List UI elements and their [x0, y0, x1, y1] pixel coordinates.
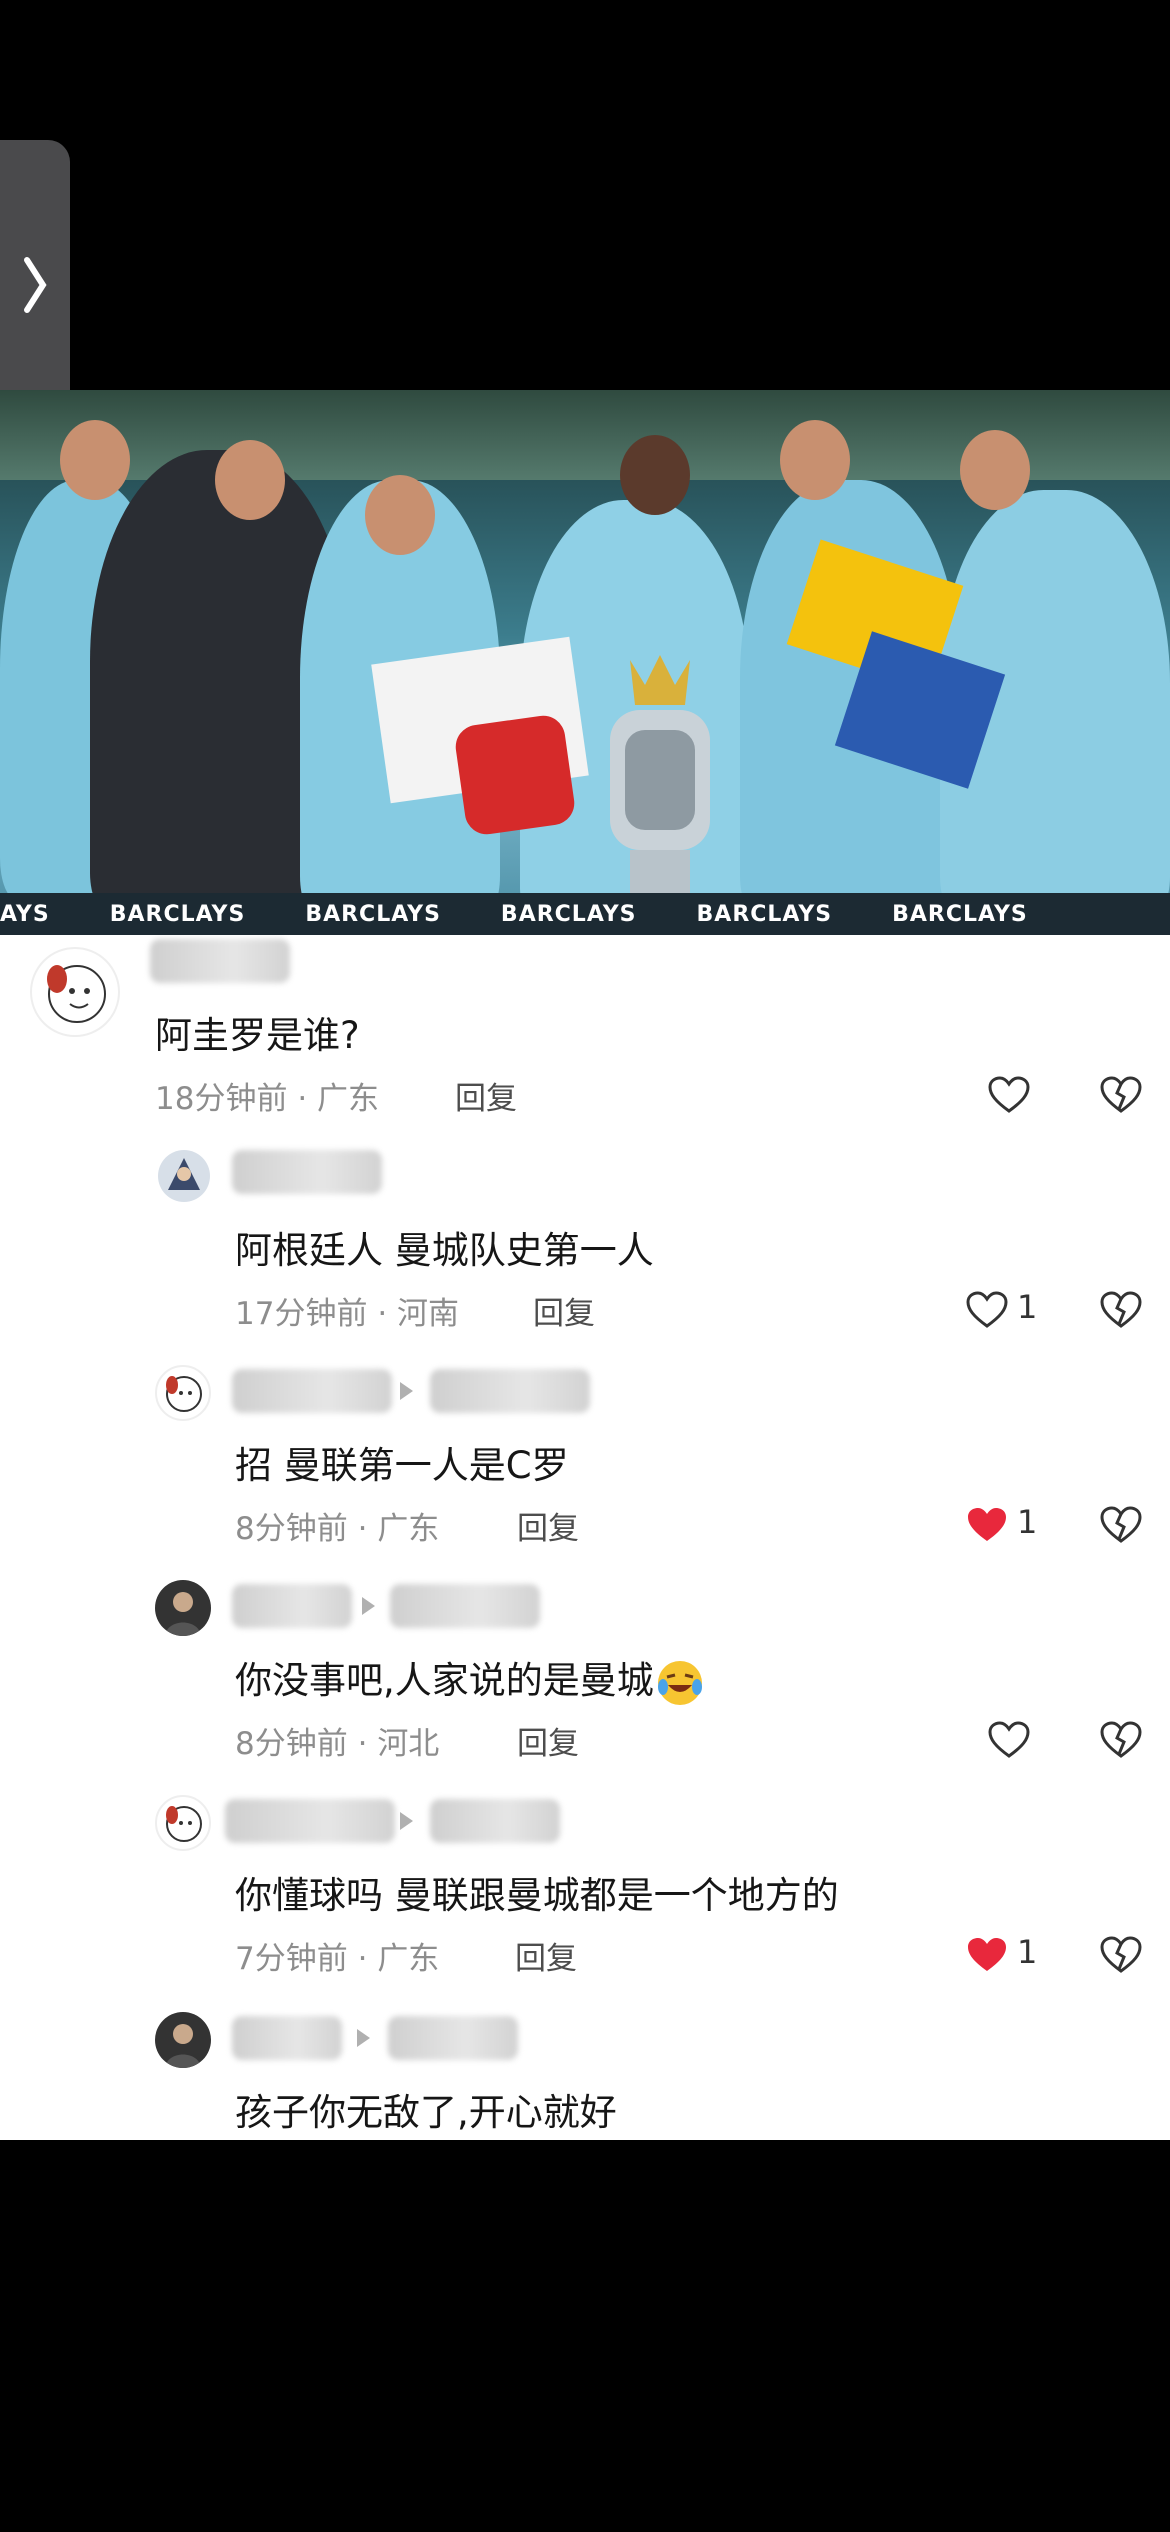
side-panel-tab[interactable]	[0, 140, 70, 430]
comment-text: 孩子你无敌了,开心就好	[235, 2091, 617, 2134]
reply-item[interactable]: 你没事吧,人家说的是曼城 8分钟前 · 河北 回复	[0, 1570, 1170, 1785]
like-count: 1	[1017, 1503, 1038, 1541]
reply-target-blurred[interactable]	[388, 2016, 518, 2060]
comment-time: 8分钟前	[235, 1511, 348, 1547]
comment-time: 17分钟前	[235, 1296, 368, 1332]
person-photo-icon	[165, 2024, 201, 2068]
comment-text: 你懂球吗 曼联跟曼城都是一个地方的	[235, 1874, 839, 1917]
avatar[interactable]	[155, 1580, 211, 1636]
board-text: BARCLAYS	[892, 901, 1028, 927]
board-text: BARCLAYS	[696, 901, 833, 927]
board-text: BARCLAYS	[500, 901, 637, 927]
broken-heart-icon[interactable]	[1099, 1075, 1143, 1115]
reply-target-blurred[interactable]	[430, 1799, 560, 1843]
comment-location: 广东	[317, 1081, 380, 1117]
username-blurred[interactable]	[232, 2016, 342, 2060]
comment-location: 广东	[377, 1511, 440, 1547]
comment-meta: 18分钟前 · 广东	[155, 1073, 379, 1118]
comment-time: 7分钟前	[235, 1941, 348, 1977]
player-head	[215, 440, 285, 520]
broken-heart-icon[interactable]	[1099, 1290, 1143, 1330]
avatar[interactable]	[155, 1795, 211, 1851]
character-icon	[168, 1158, 200, 1190]
avatar[interactable]	[155, 2012, 211, 2068]
comment-meta: 7分钟前 · 广东	[235, 1933, 439, 1978]
heart-filled-icon[interactable]	[965, 1505, 1009, 1545]
meta-separator: ·	[377, 1296, 388, 1332]
comment-item[interactable]: 阿圭罗是谁? 18分钟前 · 广东 回复	[0, 935, 1170, 1145]
player-head	[780, 420, 850, 500]
board-text: BARCLAYS	[109, 901, 246, 927]
reply-to-arrow-icon	[357, 2029, 370, 2047]
post-image[interactable]: AYS BARCLAYS BARCLAYS BARCLAYS BARCLAYS …	[0, 390, 1170, 935]
comment-time: 8分钟前	[235, 1726, 348, 1762]
laughing-crying-emoji-icon	[657, 1660, 702, 1705]
player-head	[960, 430, 1030, 510]
board-text: BARCLAYS	[305, 901, 441, 927]
avatar[interactable]	[158, 1150, 210, 1202]
trophy-icon	[610, 655, 710, 916]
board-text: AYS	[0, 901, 50, 927]
advertising-board: AYS BARCLAYS BARCLAYS BARCLAYS BARCLAYS …	[0, 893, 1170, 935]
reply-button[interactable]: 回复	[517, 1503, 579, 1548]
comment-text: 你没事吧,人家说的是曼城	[235, 1650, 706, 1709]
heart-filled-icon[interactable]	[965, 1935, 1009, 1975]
reply-button[interactable]: 回复	[517, 1718, 579, 1763]
dog-doodle-icon	[166, 1806, 202, 1842]
dog-doodle-icon	[166, 1376, 202, 1412]
reply-item[interactable]: 阿根廷人 曼城队史第一人 17分钟前 · 河南 回复 1	[0, 1140, 1170, 1355]
broken-heart-icon[interactable]	[1099, 1720, 1143, 1760]
reply-target-blurred[interactable]	[390, 1584, 540, 1628]
meta-separator: ·	[297, 1081, 308, 1117]
comment-location: 河南	[397, 1296, 460, 1332]
flag-red	[452, 712, 578, 838]
comment-location: 广东	[377, 1941, 440, 1977]
username-blurred[interactable]	[232, 1584, 352, 1628]
comment-location: 河北	[377, 1726, 440, 1762]
comment-text: 阿圭罗是谁?	[155, 1014, 360, 1057]
player-head	[620, 435, 690, 515]
meta-separator: ·	[357, 1941, 368, 1977]
broken-heart-icon[interactable]	[1099, 1935, 1143, 1975]
broken-heart-icon[interactable]	[1099, 1505, 1143, 1545]
reply-item[interactable]: 孩子你无敌了,开心就好	[0, 2000, 1170, 2140]
person-photo-icon	[165, 1592, 201, 1636]
reply-button[interactable]: 回复	[533, 1288, 595, 1333]
like-count: 1	[1017, 1933, 1038, 1971]
username-blurred[interactable]	[150, 939, 290, 983]
comment-meta: 8分钟前 · 河北	[235, 1718, 439, 1763]
reply-target-blurred[interactable]	[430, 1369, 590, 1413]
meta-separator: ·	[357, 1726, 368, 1762]
meta-separator: ·	[357, 1511, 368, 1547]
reply-item[interactable]: 你懂球吗 曼联跟曼城都是一个地方的 7分钟前 · 广东 回复 1	[0, 1785, 1170, 2000]
reply-to-arrow-icon	[400, 1812, 413, 1830]
heart-outline-icon[interactable]	[965, 1290, 1009, 1330]
player-head	[365, 475, 435, 555]
avatar[interactable]	[155, 1365, 211, 1421]
reply-button[interactable]: 回复	[455, 1073, 517, 1118]
like-count: 1	[1017, 1288, 1038, 1326]
comment-time: 18分钟前	[155, 1081, 288, 1117]
username-blurred[interactable]	[232, 1369, 392, 1413]
comment-text-content: 你没事吧,人家说的是曼城	[235, 1659, 654, 1702]
heart-outline-icon[interactable]	[987, 1720, 1031, 1760]
reply-item[interactable]: 招 曼联第一人是C罗 8分钟前 · 广东 回复 1	[0, 1355, 1170, 1570]
comment-list: 阿圭罗是谁? 18分钟前 · 广东 回复 阿根廷人 曼城队史第一人 17分钟前 …	[0, 935, 1170, 2140]
heart-outline-icon[interactable]	[987, 1075, 1031, 1115]
username-blurred[interactable]	[232, 1150, 382, 1194]
reply-to-arrow-icon	[400, 1382, 413, 1400]
reply-to-arrow-icon	[362, 1597, 375, 1615]
reply-button[interactable]: 回复	[515, 1933, 577, 1978]
chevron-right-icon	[24, 257, 47, 313]
comment-meta: 17分钟前 · 河南	[235, 1288, 459, 1333]
dog-doodle-icon	[47, 965, 106, 1023]
comment-text: 招 曼联第一人是C罗	[235, 1444, 569, 1487]
comment-text: 阿根廷人 曼城队史第一人	[235, 1229, 654, 1272]
avatar[interactable]	[30, 947, 120, 1037]
player-head	[60, 420, 130, 500]
comment-meta: 8分钟前 · 广东	[235, 1503, 439, 1548]
username-blurred[interactable]	[225, 1799, 395, 1843]
